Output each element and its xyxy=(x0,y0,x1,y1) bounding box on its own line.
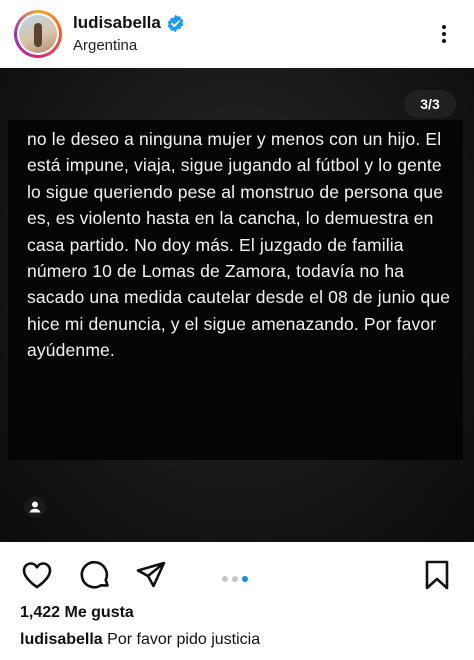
post-text: no le deseo a ninguna mujer y menos con … xyxy=(27,129,451,361)
post-image[interactable]: 3/3 no le deseo a ninguna mujer y menos … xyxy=(0,68,474,542)
bookmark-icon[interactable] xyxy=(420,558,454,592)
location-link[interactable]: Argentina xyxy=(73,37,137,54)
carousel-dot xyxy=(222,575,228,582)
post-header: ludisabella Argentina xyxy=(0,0,474,68)
caption: ludisabella Por favor pido justicia xyxy=(20,631,260,649)
action-bar xyxy=(0,542,474,602)
share-icon[interactable] xyxy=(134,558,168,592)
carousel-page-counter: 3/3 xyxy=(404,90,456,118)
caption-text: Por favor pido justicia xyxy=(107,631,261,648)
carousel-dot xyxy=(232,575,238,582)
heart-icon[interactable] xyxy=(20,558,54,592)
more-options-icon[interactable] xyxy=(434,22,454,50)
username[interactable]: ludisabella xyxy=(73,13,161,33)
tagged-user-icon[interactable] xyxy=(24,496,46,518)
carousel-dot-active xyxy=(242,575,248,582)
avatar[interactable] xyxy=(14,10,62,58)
likes-count[interactable]: 1,422 Me gusta xyxy=(20,604,134,622)
caption-username[interactable]: ludisabella xyxy=(20,631,103,648)
carousel-indicator xyxy=(222,570,262,582)
comment-icon[interactable] xyxy=(78,558,112,592)
verified-badge-icon xyxy=(167,14,184,33)
